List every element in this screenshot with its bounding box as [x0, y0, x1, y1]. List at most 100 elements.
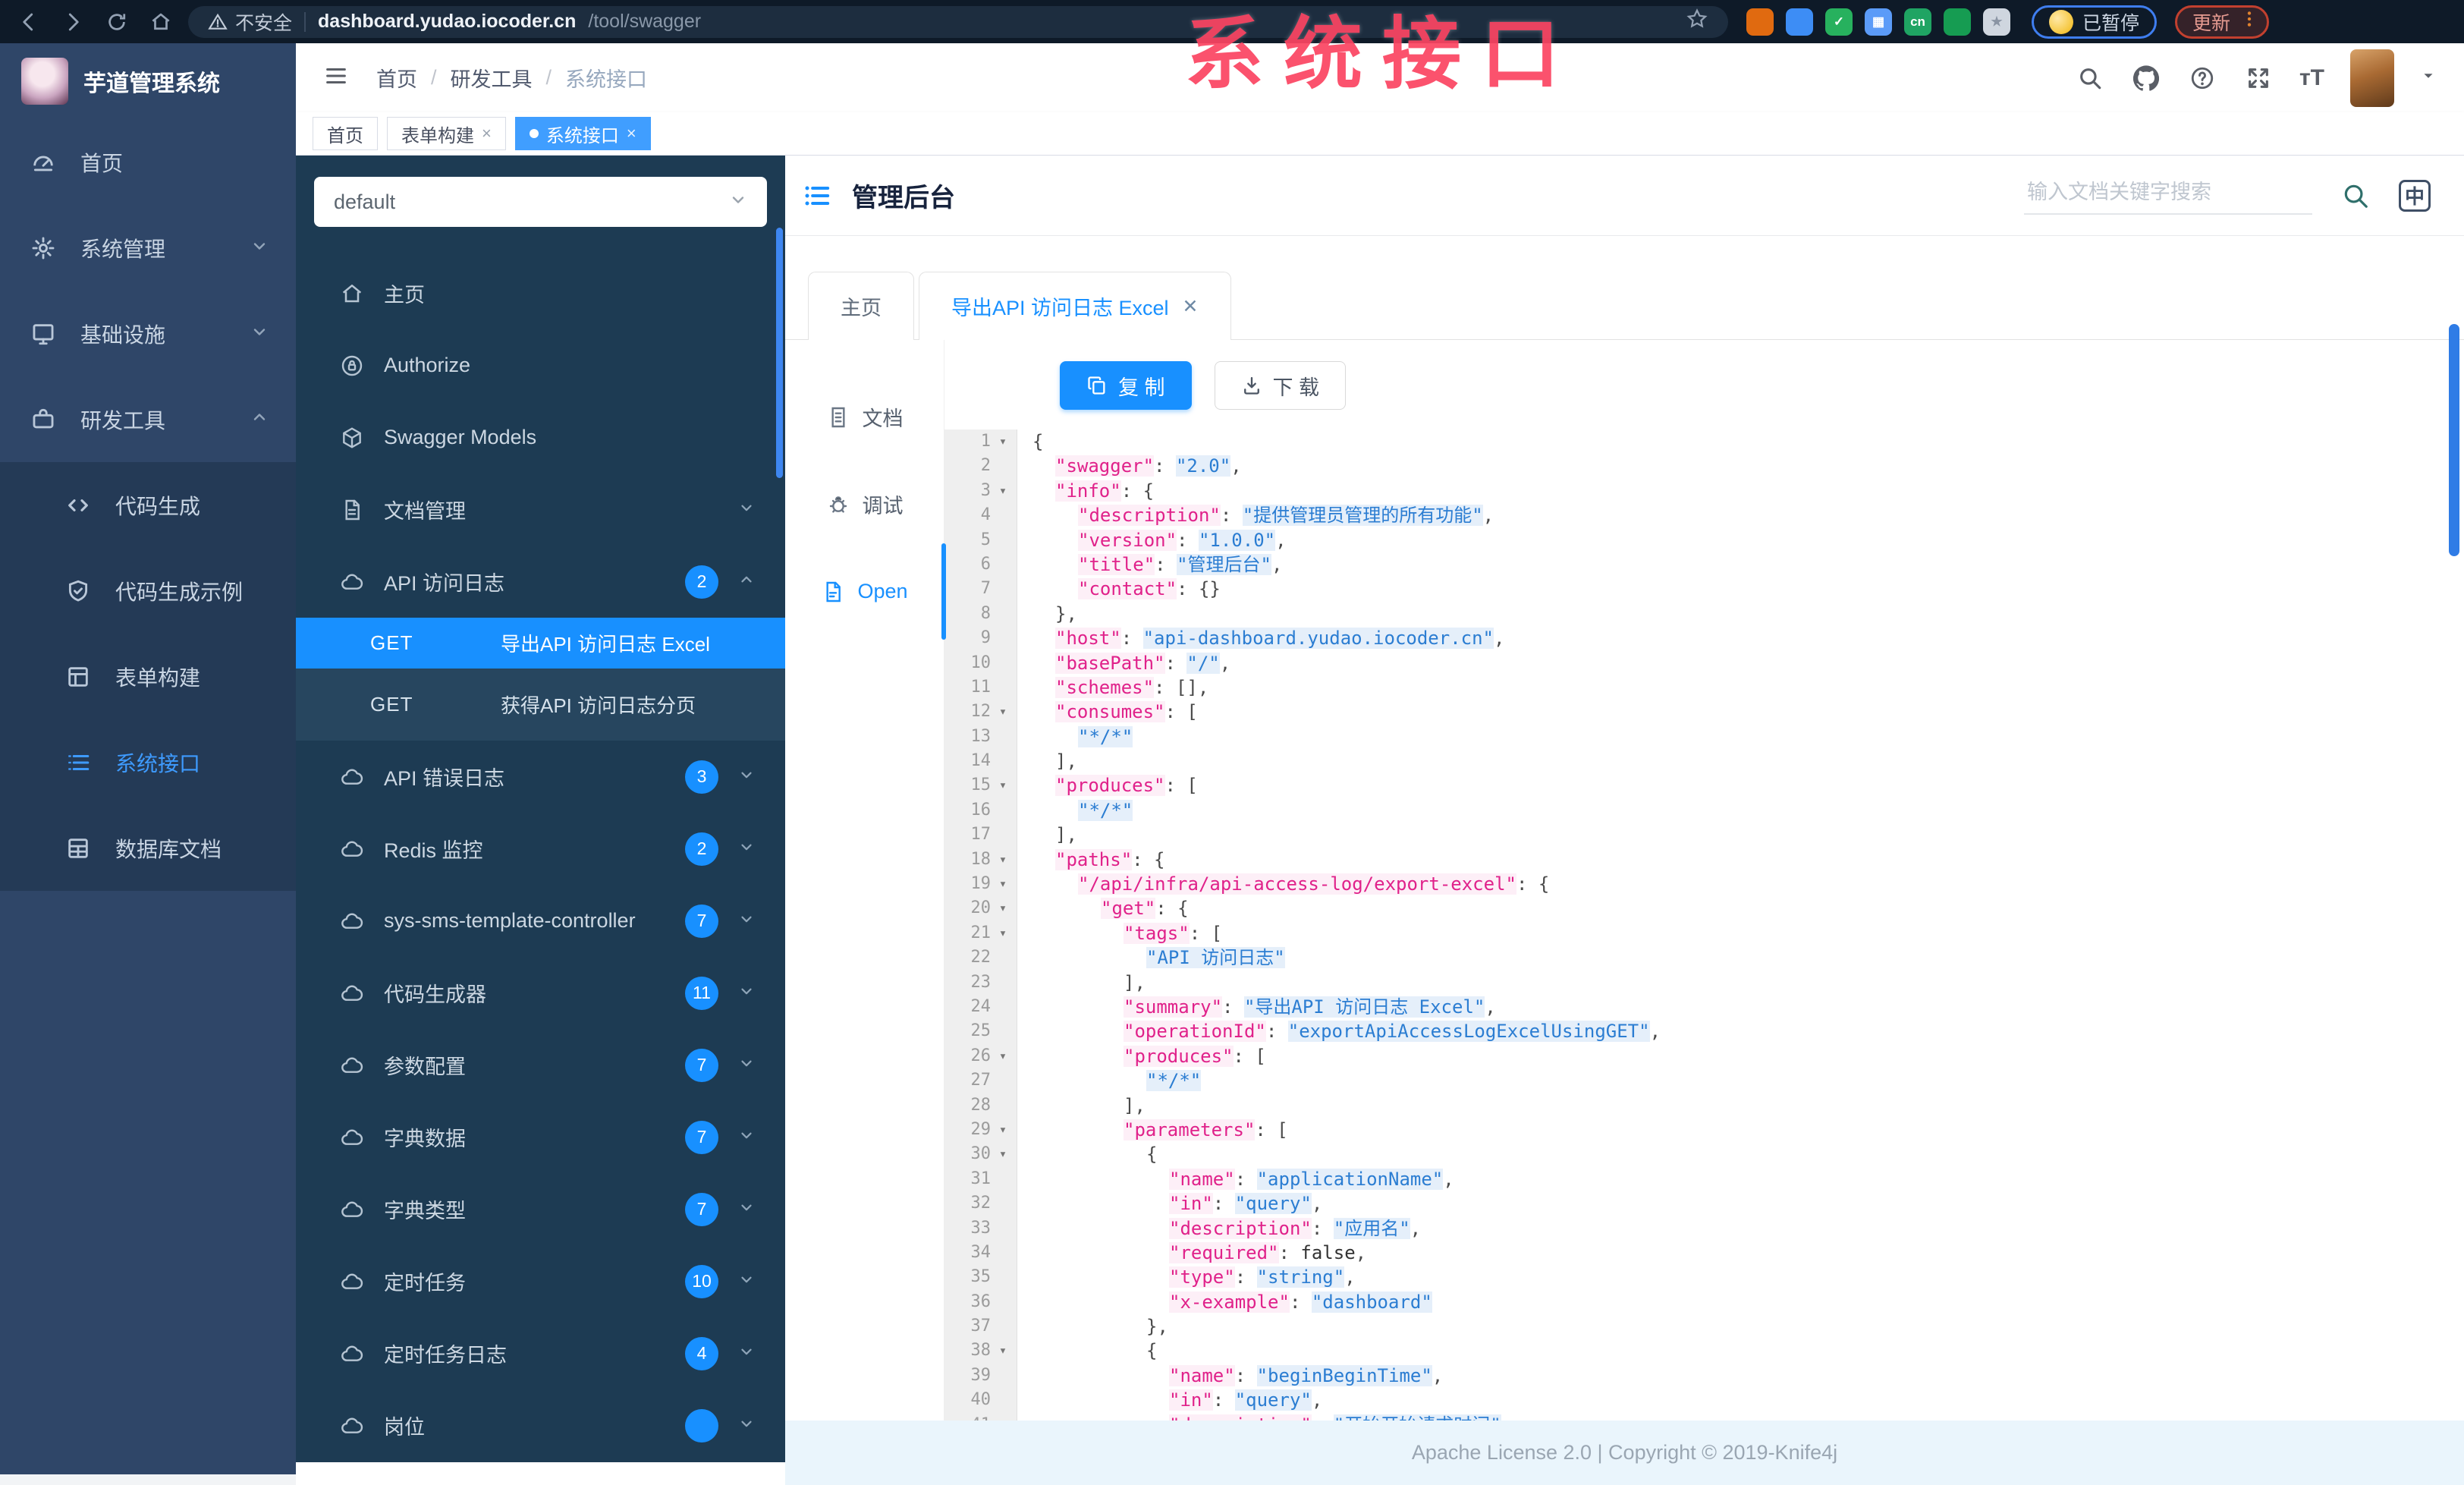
app-logo: [21, 58, 68, 105]
knife4j-group-item[interactable]: sys-sms-template-controller 7: [296, 885, 785, 957]
extension-icon[interactable]: ✓: [1825, 8, 1853, 36]
sidebar-subitem[interactable]: 表单构建: [0, 634, 296, 719]
sidebar-subitem[interactable]: 代码生成示例: [0, 548, 296, 634]
browser-update-button[interactable]: 更新: [2175, 5, 2270, 39]
breadcrumb-item[interactable]: 研发工具: [451, 63, 533, 93]
fold-toggle-icon[interactable]: ▾: [995, 1044, 1010, 1068]
user-avatar[interactable]: [2350, 49, 2394, 107]
doc-tab[interactable]: 导出API 访问日志 Excel ✕: [919, 272, 1231, 340]
fold-toggle-icon[interactable]: ▾: [995, 921, 1010, 945]
side-tab-Open[interactable]: Open: [785, 543, 946, 640]
fold-toggle-icon[interactable]: ▾: [995, 773, 1010, 798]
knife4j-group-item[interactable]: 定时任务日志 4: [296, 1317, 785, 1389]
knife4j-scrollbar[interactable]: [776, 228, 783, 478]
sidebar-subitem[interactable]: 数据库文档: [0, 805, 296, 891]
code-token: },: [1146, 1316, 1168, 1338]
knife4j-group-item[interactable]: 代码生成器 11: [296, 957, 785, 1029]
close-icon[interactable]: ×: [482, 124, 492, 143]
knife4j-group-item[interactable]: 字典类型 7: [296, 1173, 785, 1245]
browser-reload-icon[interactable]: [100, 5, 134, 39]
browser-back-icon[interactable]: [12, 5, 46, 39]
close-icon[interactable]: ×: [627, 124, 636, 143]
sidebar-item-4[interactable]: 研发工具: [0, 376, 296, 462]
extension-icon[interactable]: [1786, 8, 1813, 36]
code-token: {: [1032, 431, 1044, 452]
extension-icon[interactable]: [1746, 8, 1774, 36]
sidebar-item-1[interactable]: 首页: [0, 119, 296, 205]
fold-toggle-icon[interactable]: ▾: [995, 848, 1010, 872]
fold-toggle-icon[interactable]: ▾: [995, 896, 1010, 920]
avatar-caret-icon[interactable]: [2420, 68, 2437, 88]
fold-toggle-icon[interactable]: ▾: [995, 872, 1010, 896]
dashboard-icon: [30, 149, 56, 175]
doc-tab[interactable]: 主页: [808, 272, 914, 340]
github-icon[interactable]: [2131, 63, 2161, 93]
extension-icon[interactable]: ★: [1983, 8, 2010, 36]
side-tab-文档[interactable]: 文档: [785, 373, 944, 461]
knife4j-nav-item[interactable]: Authorize: [296, 329, 785, 401]
code-editor[interactable]: 1 ▾{2 "swagger": "2.0", 3 ▾ "info": {4 "desc…: [944, 429, 2464, 1438]
sidebar-subitem[interactable]: 代码生成: [0, 462, 296, 548]
close-icon[interactable]: ✕: [1183, 295, 1199, 318]
knife4j-group-item[interactable]: 定时任务 10: [296, 1245, 785, 1317]
browser-forward-icon[interactable]: [56, 5, 90, 39]
fold-toggle-icon[interactable]: ▾: [995, 429, 1010, 454]
extension-icon[interactable]: cn: [1904, 8, 1931, 36]
fold-toggle-icon[interactable]: ▾: [995, 1339, 1010, 1363]
tab-tag[interactable]: 表单构建 ×: [387, 117, 506, 150]
fold-toggle-icon[interactable]: ▾: [995, 1118, 1010, 1142]
side-tab-调试[interactable]: 调试: [785, 461, 944, 548]
code-token: "name": [1169, 1364, 1235, 1386]
line-number: 37: [970, 1317, 992, 1336]
sidebar-subitem[interactable]: 系统接口: [0, 719, 296, 805]
sidebar-item-2[interactable]: 系统管理: [0, 205, 296, 291]
fullscreen-icon[interactable]: [2243, 63, 2274, 93]
api-group-select[interactable]: default: [314, 177, 767, 227]
main-scrollbar-thumb[interactable]: [2449, 324, 2459, 556]
fold-toggle-icon[interactable]: ▾: [995, 700, 1010, 724]
line-number: 35: [970, 1267, 992, 1287]
api-operation[interactable]: GET 获得API 访问日志分页: [296, 669, 785, 741]
code-line: 32 "in": "query",: [944, 1191, 2464, 1216]
hamburger-icon[interactable]: [323, 63, 354, 93]
paused-extension-pill[interactable]: 已暂停: [2032, 5, 2158, 39]
tab-tag[interactable]: 系统接口 ×: [514, 117, 651, 150]
bookmark-star-icon[interactable]: [1686, 8, 1708, 36]
knife4j-group-item[interactable]: 参数配置 7: [296, 1029, 785, 1101]
extension-icon[interactable]: ▦: [1865, 8, 1892, 36]
code-token: :: [1164, 652, 1187, 674]
doc-search-icon[interactable]: [2341, 181, 2370, 210]
count-badge: [685, 1408, 718, 1443]
fold-toggle-icon[interactable]: ▾: [995, 1142, 1010, 1166]
font-size-icon[interactable]: тT: [2299, 65, 2324, 91]
address-bar[interactable]: 不安全 dashboard.yudao.iocoder.cn/tool/swag…: [188, 5, 1728, 38]
knife4j-nav-item[interactable]: Swagger Models: [296, 401, 785, 474]
code-token: "*/*": [1146, 1070, 1202, 1092]
chevron-down-icon: [250, 322, 269, 346]
line-number-gutter: 6: [944, 552, 1017, 577]
browser-home-icon[interactable]: [144, 5, 178, 39]
knife4j-group-item[interactable]: 字典数据 7: [296, 1101, 785, 1173]
knife4j-group-item[interactable]: API 错误日志 3: [296, 741, 785, 813]
knife4j-nav-item[interactable]: 文档管理: [296, 474, 785, 546]
tab-tag[interactable]: 首页: [313, 117, 378, 150]
api-operation[interactable]: GET 导出API 访问日志 Excel: [296, 618, 785, 669]
knife4j-group-item[interactable]: 岗位: [296, 1389, 785, 1461]
doc-search-input[interactable]: [2027, 181, 2309, 204]
download-button[interactable]: 下 载: [1214, 361, 1347, 410]
fold-toggle-icon[interactable]: ▾: [995, 479, 1010, 503]
header-search-icon[interactable]: [2075, 63, 2105, 93]
knife4j-nav-item[interactable]: 主页: [296, 257, 785, 329]
knife4j-nav-item[interactable]: API 访问日志 2: [296, 546, 785, 618]
breadcrumb-item[interactable]: 首页: [376, 63, 417, 93]
doc-list-icon[interactable]: [802, 181, 832, 211]
copy-button[interactable]: 复 制: [1060, 361, 1192, 410]
browser-menu-icon[interactable]: [2239, 9, 2259, 34]
help-icon[interactable]: [2187, 63, 2217, 93]
sidebar-item-3[interactable]: 基础设施: [0, 291, 296, 376]
extension-icon[interactable]: [1944, 8, 1971, 36]
doc-search-field[interactable]: [2024, 176, 2312, 215]
knife4j-group-item[interactable]: Redis 监控 2: [296, 813, 785, 885]
code-content: "version": "1.0.0",: [1017, 528, 1287, 552]
language-icon[interactable]: 中: [2399, 179, 2431, 212]
